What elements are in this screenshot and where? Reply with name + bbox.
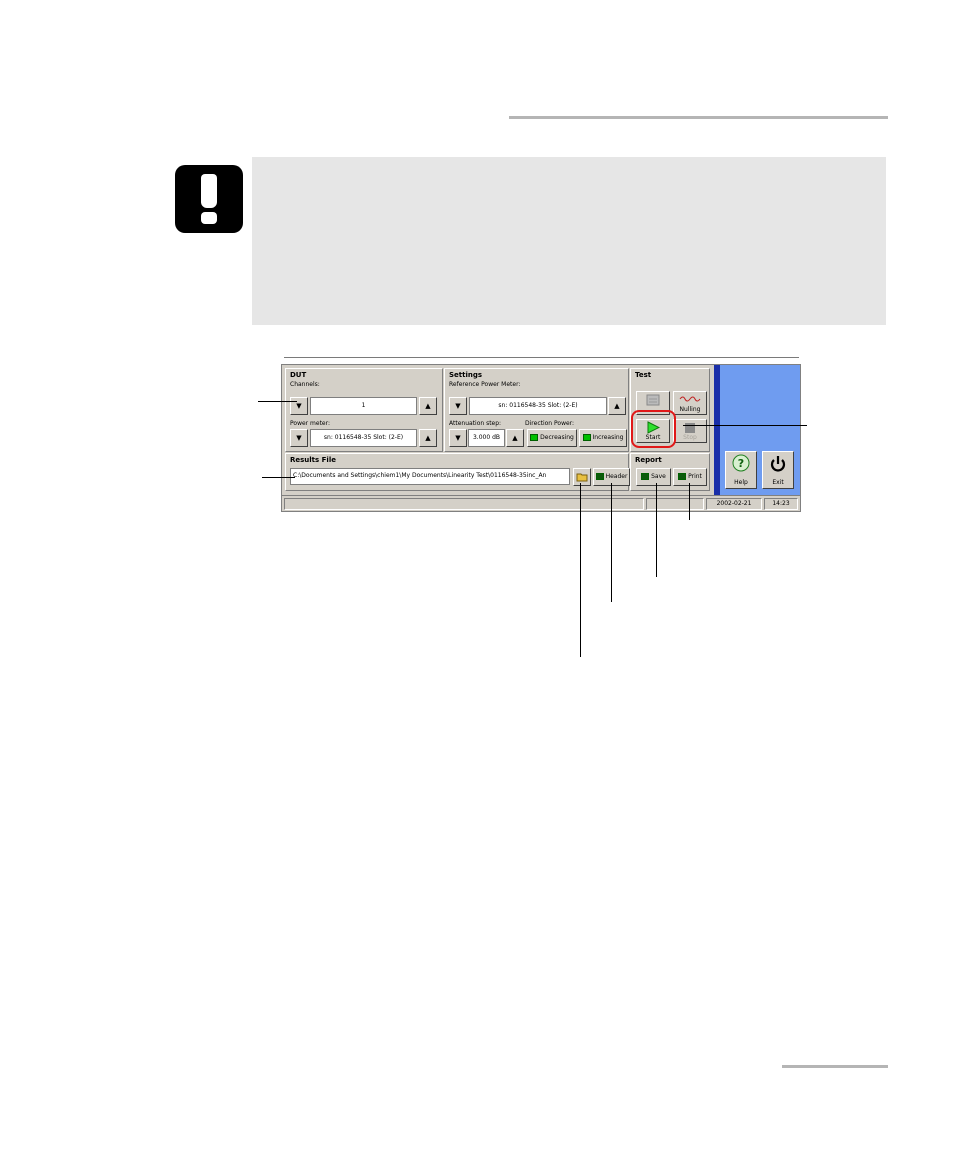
header-rule	[509, 116, 888, 119]
status-cell-main	[284, 498, 644, 510]
save-led	[641, 473, 650, 480]
print-label: Print	[688, 473, 702, 480]
direction-power-label: Direction Power:	[525, 420, 575, 427]
callout-browse	[580, 483, 581, 657]
callout-channels	[258, 401, 297, 402]
power-meter-label: Power meter:	[290, 420, 331, 427]
print-button[interactable]: Print	[673, 468, 707, 486]
power-meter-down-button[interactable]: ▼	[290, 429, 308, 447]
channels-down-button[interactable]: ▼	[290, 397, 308, 415]
save-label: Save	[651, 473, 666, 480]
browse-button[interactable]	[573, 468, 591, 486]
status-date: 2002-02-21	[706, 498, 762, 510]
help-button[interactable]: ? Help	[725, 451, 757, 489]
stop-label: Stop	[683, 434, 697, 441]
dut-title: DUT	[290, 371, 307, 379]
header-label: Header	[605, 473, 628, 480]
decreasing-led	[530, 434, 539, 441]
nulling-label: Nulling	[679, 406, 701, 413]
important-icon	[175, 165, 243, 233]
power-icon	[770, 456, 786, 472]
screenshot-top-line	[284, 357, 799, 358]
folder-icon	[576, 473, 588, 482]
reference-down-button[interactable]: ▼	[449, 397, 467, 415]
info-icon	[646, 394, 660, 406]
help-icon: ?	[732, 454, 750, 472]
report-group: Report Save Print	[630, 453, 710, 491]
channels-label: Channels:	[290, 381, 320, 388]
results-file-group: Results File C:\Documents and Settings\c…	[285, 453, 630, 491]
side-panel-strip	[714, 365, 720, 495]
increasing-led	[582, 434, 591, 441]
callout-header	[611, 483, 612, 602]
save-button[interactable]: Save	[636, 468, 671, 486]
start-highlight	[631, 410, 676, 448]
callout-stop	[683, 425, 807, 426]
reference-power-meter-label: Reference Power Meter:	[449, 381, 521, 388]
exit-button[interactable]: Exit	[762, 451, 794, 489]
increasing-button[interactable]: Increasing	[579, 429, 627, 447]
reference-power-meter-field[interactable]: sn: 0116548-35 Slot: (2-E)	[469, 397, 607, 415]
stop-button[interactable]: Stop	[673, 419, 707, 443]
decreasing-label: Decreasing	[540, 434, 574, 441]
stop-icon	[685, 423, 695, 433]
attenuation-up-button[interactable]: ▲	[506, 429, 524, 447]
status-cell-blank	[646, 498, 704, 510]
attenuation-down-button[interactable]: ▼	[449, 429, 467, 447]
footer-rule	[782, 1065, 888, 1068]
header-led	[595, 473, 604, 480]
svg-text:?: ?	[738, 457, 744, 470]
callout-print	[689, 483, 690, 520]
attenuation-step-field[interactable]: 3.000 dB	[468, 429, 505, 447]
increasing-label: Increasing	[592, 434, 624, 441]
power-meter-field[interactable]: sn: 0116548-35 Slot: (2-E)	[310, 429, 417, 447]
dut-group: DUT Channels: ▼ 1 ▲ Power meter: ▼ sn: 0…	[285, 368, 443, 452]
app-window: DUT Channels: ▼ 1 ▲ Power meter: ▼ sn: 0…	[281, 364, 801, 512]
power-meter-up-button[interactable]: ▲	[419, 429, 437, 447]
channels-field[interactable]: 1	[310, 397, 417, 415]
callout-save	[656, 483, 657, 577]
callout-results-file	[262, 477, 295, 478]
note-box	[252, 157, 886, 325]
attenuation-step-label: Attenuation step:	[449, 420, 502, 427]
print-led	[678, 473, 687, 480]
help-label: Help	[734, 479, 748, 486]
nulling-icon	[679, 396, 701, 402]
results-file-path[interactable]: C:\Documents and Settings\chiem1\My Docu…	[290, 468, 570, 485]
status-bar: 2002-02-21 14:23	[282, 495, 800, 512]
status-time: 14:23	[764, 498, 798, 510]
reference-up-button[interactable]: ▲	[608, 397, 626, 415]
results-file-title: Results File	[290, 456, 336, 464]
exit-label: Exit	[772, 479, 784, 486]
test-title: Test	[635, 371, 652, 379]
settings-title: Settings	[449, 371, 483, 379]
channels-up-button[interactable]: ▲	[419, 397, 437, 415]
report-title: Report	[635, 456, 662, 464]
nulling-button[interactable]: Nulling	[673, 391, 707, 415]
decreasing-button[interactable]: Decreasing	[527, 429, 577, 447]
settings-group: Settings Reference Power Meter: ▼ sn: 01…	[444, 368, 629, 452]
